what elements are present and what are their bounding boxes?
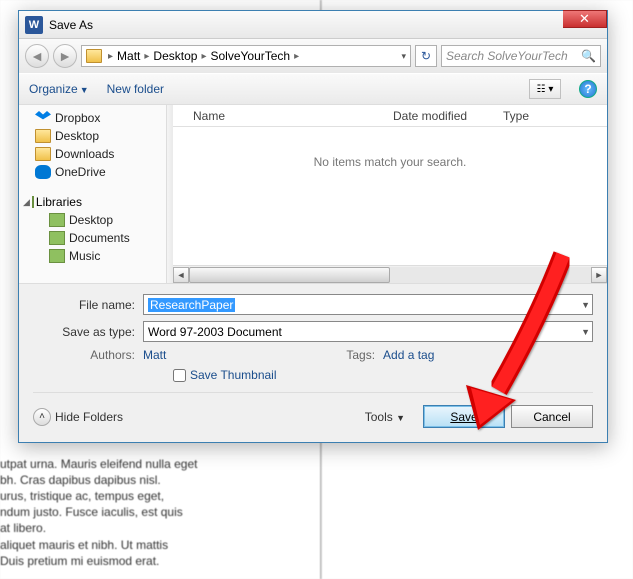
- library-icon: [49, 249, 65, 263]
- scroll-left-button[interactable]: ◄: [173, 267, 189, 283]
- save-thumbnail-label: Save Thumbnail: [190, 368, 277, 382]
- empty-message: No items match your search.: [173, 127, 607, 265]
- window-title: Save As: [49, 18, 563, 32]
- organize-button[interactable]: Organize▼: [29, 82, 89, 96]
- savetype-select[interactable]: Word 97-2003 Document ▼: [143, 321, 593, 342]
- file-list: Name Date modified Type No items match y…: [173, 105, 607, 283]
- save-button[interactable]: Save: [423, 405, 505, 428]
- close-button[interactable]: ✕: [563, 10, 607, 28]
- dropbox-icon: [35, 111, 51, 125]
- authors-value[interactable]: Matt: [143, 348, 166, 362]
- col-date[interactable]: Date modified: [393, 109, 503, 123]
- hide-folders-button[interactable]: ˄ Hide Folders: [33, 408, 123, 426]
- col-name[interactable]: Name: [193, 109, 393, 123]
- navbar: ◄ ► ▸ Matt ▸ Desktop ▸ SolveYourTech ▸ ▾…: [19, 39, 607, 73]
- tree-item-dropbox[interactable]: Dropbox: [21, 109, 164, 127]
- save-thumbnail-checkbox[interactable]: [173, 369, 186, 382]
- horizontal-scrollbar[interactable]: ◄ ►: [173, 265, 607, 283]
- crumb-folder[interactable]: SolveYourTech: [210, 49, 290, 63]
- search-icon: 🔍: [581, 49, 596, 63]
- word-app-icon: W: [25, 16, 43, 34]
- tree-item-lib-desktop[interactable]: Desktop: [21, 211, 164, 229]
- folder-tree[interactable]: Dropbox Desktop Downloads OneDrive ◢Libr…: [19, 105, 167, 283]
- authors-label: Authors:: [33, 348, 143, 362]
- filename-input[interactable]: ResearchPaper ▼: [143, 294, 593, 315]
- filename-label: File name:: [33, 298, 143, 312]
- column-headers[interactable]: Name Date modified Type: [173, 105, 607, 127]
- tree-item-downloads[interactable]: Downloads: [21, 145, 164, 163]
- help-button[interactable]: ?: [579, 80, 597, 98]
- tree-item-lib-documents[interactable]: Documents: [21, 229, 164, 247]
- onedrive-icon: [35, 165, 51, 179]
- refresh-button[interactable]: ↻: [415, 45, 437, 67]
- tree-item-onedrive[interactable]: OneDrive: [21, 163, 164, 181]
- library-icon: [49, 213, 65, 227]
- titlebar: W Save As ✕: [19, 11, 607, 39]
- search-input[interactable]: Search SolveYourTech 🔍: [441, 45, 601, 67]
- tree-item-desktop[interactable]: Desktop: [21, 127, 164, 145]
- tree-item-lib-music[interactable]: Music: [21, 247, 164, 265]
- save-as-dialog: W Save As ✕ ◄ ► ▸ Matt ▸ Desktop ▸ Solve…: [18, 10, 608, 443]
- view-button[interactable]: ☷ ▾: [529, 79, 561, 99]
- form-area: File name: ResearchPaper ▼ Save as type:…: [19, 283, 607, 442]
- library-icon: [49, 231, 65, 245]
- tools-button[interactable]: Tools ▼: [365, 410, 405, 424]
- tree-libraries[interactable]: ◢Libraries: [21, 193, 164, 211]
- libraries-icon: [32, 196, 34, 208]
- crumb-desktop[interactable]: Desktop: [153, 49, 197, 63]
- scroll-right-button[interactable]: ►: [591, 267, 607, 283]
- breadcrumb[interactable]: ▸ Matt ▸ Desktop ▸ SolveYourTech ▸ ▾: [81, 45, 411, 67]
- savetype-label: Save as type:: [33, 325, 143, 339]
- chevron-up-icon: ˄: [33, 408, 51, 426]
- cancel-button[interactable]: Cancel: [511, 405, 593, 428]
- bg-text: utpat urna. Mauris eleifend nulla eget b…: [0, 456, 197, 569]
- folder-icon: [35, 129, 51, 143]
- back-button[interactable]: ◄: [25, 44, 49, 68]
- tags-value[interactable]: Add a tag: [383, 348, 434, 362]
- scroll-thumb[interactable]: [189, 267, 390, 283]
- tags-label: Tags:: [346, 348, 383, 362]
- chevron-down-icon[interactable]: ▼: [581, 327, 590, 337]
- folder-icon: [86, 49, 102, 63]
- chevron-down-icon[interactable]: ▼: [581, 300, 590, 310]
- new-folder-button[interactable]: New folder: [107, 82, 164, 96]
- col-type[interactable]: Type: [503, 109, 529, 123]
- folder-icon: [35, 147, 51, 161]
- crumb-user[interactable]: Matt: [117, 49, 140, 63]
- forward-button[interactable]: ►: [53, 44, 77, 68]
- toolbar: Organize▼ New folder ☷ ▾ ?: [19, 73, 607, 105]
